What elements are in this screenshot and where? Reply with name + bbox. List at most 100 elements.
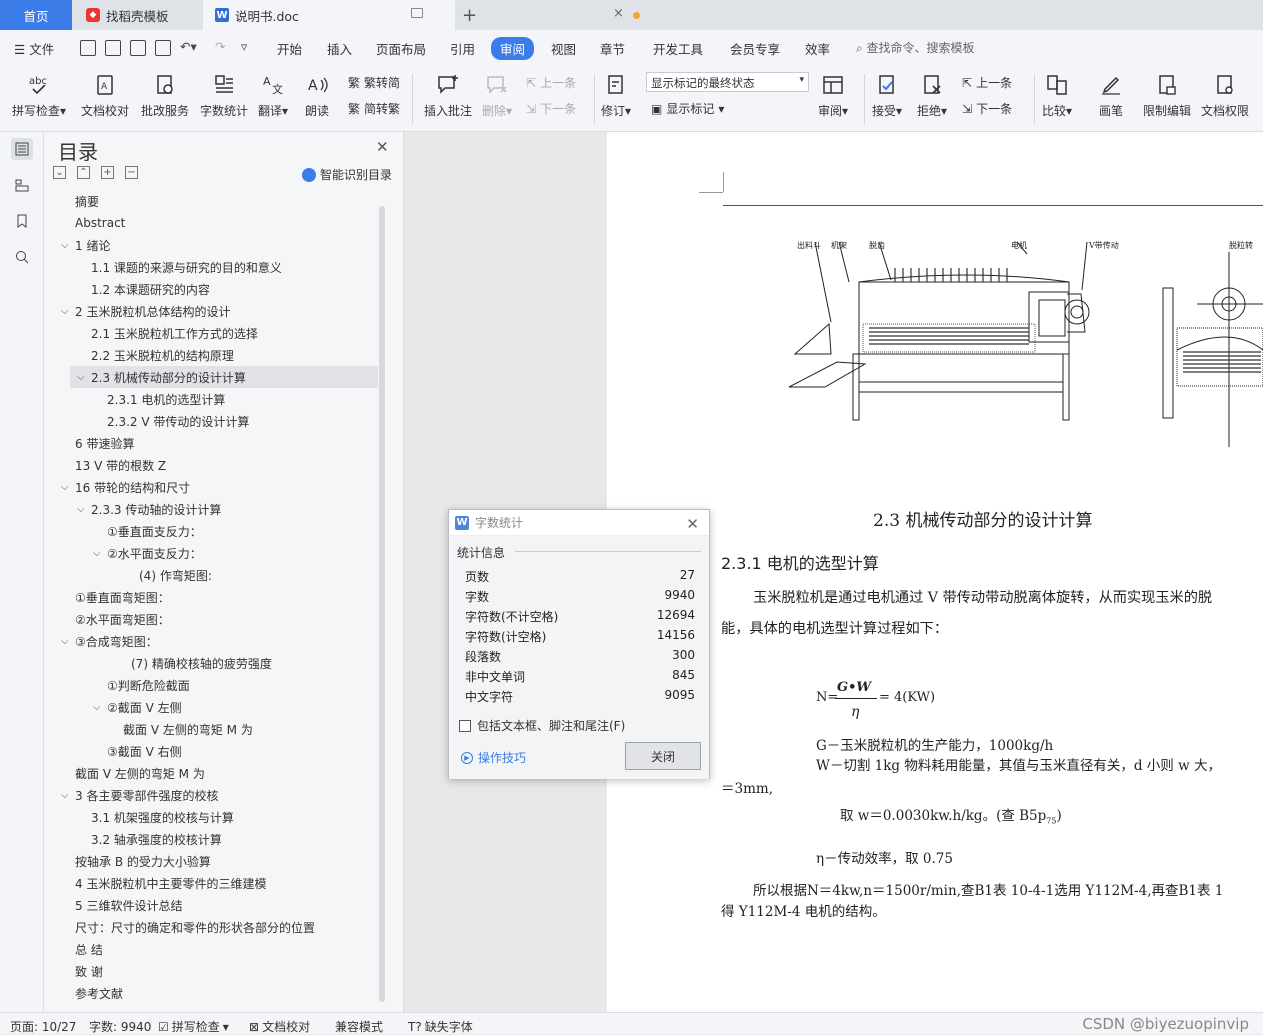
toc-item[interactable]: 2.3.1 电机的选型计算 [70,388,378,410]
toc-item[interactable]: 1.2 本课题研究的内容 [70,278,378,300]
word-count-indicator[interactable]: 字数: 9940 [89,1018,151,1035]
toc-item[interactable]: 5 三维软件设计总结 [70,894,378,916]
toc-item[interactable]: ①垂直面支反力： [70,520,378,542]
menu-reference[interactable]: 引用 [450,39,475,58]
toc-item[interactable]: 总 结 [70,938,378,960]
compare-button[interactable]: 比较▾ [1042,70,1072,119]
new-tab-button[interactable]: + [462,0,477,30]
markup-state-select[interactable]: 显示标记的最终状态 ▾ [646,72,809,92]
menu-view[interactable]: 视图 [551,39,576,58]
toc-item[interactable]: Abstract [70,212,378,234]
chapter-nav-icon[interactable] [11,174,33,196]
quick-access-dropdown-icon[interactable]: ▿ [241,39,247,54]
menu-chapter[interactable]: 章节 [600,39,625,58]
toc-item[interactable]: ⌵ ②截面 V 左侧 [70,696,378,718]
toc-item[interactable]: 截面 V 左侧的弯矩 M 为 [70,718,378,740]
toc-item[interactable]: ⌵ 2 玉米脱粒机总体结构的设计 [61,300,378,322]
toc-item[interactable]: 3.1 机架强度的校核与计算 [70,806,378,828]
word-count-button[interactable]: 字数统计 [200,70,248,119]
toc-item[interactable]: 摘要 [70,190,378,212]
menu-efficiency[interactable]: 效率 [805,39,830,58]
spell-check-button[interactable]: abc 拼写检查▾ [12,70,66,119]
collapse-all-icon[interactable]: ⌃ [77,166,90,179]
menu-review[interactable]: 审阅 [491,37,535,60]
toc-item[interactable]: 1.1 课题的来源与研究的目的和意义 [70,256,378,278]
menu-page-layout[interactable]: 页面布局 [376,39,426,58]
dialog-titlebar[interactable]: W 字数统计 [449,510,709,536]
toc-item[interactable]: (4) 作弯矩图: [70,564,378,586]
insert-comment-button[interactable]: 插入批注 [424,70,472,119]
doc-proof-button[interactable]: A 文档校对 [81,70,129,119]
spell-check-status[interactable]: ☑ 拼写检查 ▾ [158,1018,229,1035]
reject-button[interactable]: 拒绝▾ [917,70,947,119]
toc-item[interactable]: 尺寸：尺寸的确定和零件的形状各部分的位置 [70,916,378,938]
bookmark-icon[interactable] [11,210,33,232]
menu-member[interactable]: 会员专享 [730,39,780,58]
toc-item[interactable]: 2.1 玉米脱粒机工作方式的选择 [70,322,378,344]
toc-item[interactable]: 4 玉米脱粒机中主要零件的三维建模 [70,872,378,894]
add-level-icon[interactable]: + [101,166,114,179]
toc-item[interactable]: ⌵ 3 各主要零部件强度的校核 [61,784,378,806]
revise-service-button[interactable]: 批改服务 [141,70,189,119]
translate-button[interactable]: A文 翻译▾ [258,70,288,119]
toc-item[interactable]: 参考文献 [70,982,378,1004]
next-change-button[interactable]: ⇲ 下一条 [962,100,1012,117]
toc-item[interactable]: 3.2 轴承强度的校核计算 [70,828,378,850]
chevron-down-icon[interactable]: ⌵ [93,702,101,713]
missing-font-status[interactable]: T? 缺失字体 [408,1018,473,1035]
close-button[interactable]: 关闭 [625,742,701,770]
tab-template[interactable]: ◆ 找稻壳模板 [74,0,200,30]
next-comment-button[interactable]: ⇲ 下一条 [526,100,576,117]
tips-link[interactable]: ▶ 操作技巧 [461,749,526,766]
review-pane-button[interactable]: 审阅▾ [818,70,848,119]
toc-item[interactable]: 2.3.2 V 带传动的设计计算 [70,410,378,432]
menu-start[interactable]: 开始 [277,39,302,58]
close-icon[interactable]: ✕ [376,138,389,156]
toc-item[interactable]: (7) 精确校核轴的疲劳强度 [70,652,378,674]
print-icon[interactable] [130,40,146,56]
toc-scrollbar[interactable] [379,206,385,1002]
toc-item[interactable]: ⌵ ②水平面支反力： [70,542,378,564]
page-indicator[interactable]: 页面: 10/27 [10,1018,76,1035]
toc-item[interactable]: ⌵ 16 带轮的结构和尺寸 [61,476,378,498]
toc-item[interactable]: ⌵ 2.3 机械传动部分的设计计算 [70,366,378,388]
undo-icon[interactable]: ↶▾ [180,39,197,54]
read-aloud-button[interactable]: A 朗读 [303,70,331,119]
proof-status[interactable]: ⊠ 文档校对 [249,1018,310,1035]
toc-item[interactable]: ⌵ 2.3.3 传动轴的设计计算 [70,498,378,520]
save-icon[interactable] [80,40,96,56]
close-tab-icon[interactable]: × [613,6,624,21]
tab-document[interactable]: W 说明书.doc × [203,0,640,30]
expand-all-icon[interactable]: ⌄ [53,166,66,179]
remove-level-icon[interactable]: − [125,166,138,179]
toc-item[interactable]: 按轴承 B 的受力大小验算 [70,850,378,872]
chevron-down-icon[interactable]: ⌵ [61,636,69,647]
menu-insert[interactable]: 插入 [327,39,352,58]
toc-item[interactable]: ①判断危险截面 [70,674,378,696]
export-pdf-icon[interactable] [105,40,121,56]
trad-to-simp-button[interactable]: 繁繁转简 [348,74,400,91]
toc-item[interactable]: ①垂直面弯矩图： [70,586,378,608]
toc-item[interactable]: ③截面 V 右侧 [70,740,378,762]
find-icon[interactable] [11,246,33,268]
command-search[interactable]: ⌕ 查找命令、搜索模板 [856,39,975,56]
pen-button[interactable]: 画笔 [1097,70,1125,119]
toc-item[interactable]: 2.2 玉米脱粒机的结构原理 [70,344,378,366]
show-markup-button[interactable]: ▣ 显示标记 ▾ [651,100,724,117]
toc-item[interactable]: 截面 V 左侧的弯矩 M 为 [70,762,378,784]
toc-item[interactable]: ⌵ 1 绪论 [61,234,378,256]
restrict-edit-button[interactable]: 限制编辑 [1143,70,1191,119]
chevron-down-icon[interactable]: ⌵ [93,548,101,559]
simp-to-trad-button[interactable]: 繁简转繁 [348,100,400,117]
smart-toc-button[interactable]: 智能识别目录 [302,166,392,183]
print-preview-icon[interactable] [155,40,171,56]
accept-button[interactable]: 接受▾ [872,70,902,119]
chevron-down-icon[interactable]: ⌵ [61,482,69,493]
chevron-down-icon[interactable]: ⌵ [61,240,69,251]
tab-home[interactable]: 首页 [0,0,72,30]
chevron-down-icon[interactable]: ⌵ [61,306,69,317]
chevron-down-icon[interactable]: ⌵ [77,504,85,515]
toc-item[interactable]: 13 V 带的根数 Z [70,454,378,476]
toc-nav-icon[interactable] [11,138,33,160]
chevron-down-icon[interactable]: ⌵ [77,372,85,383]
